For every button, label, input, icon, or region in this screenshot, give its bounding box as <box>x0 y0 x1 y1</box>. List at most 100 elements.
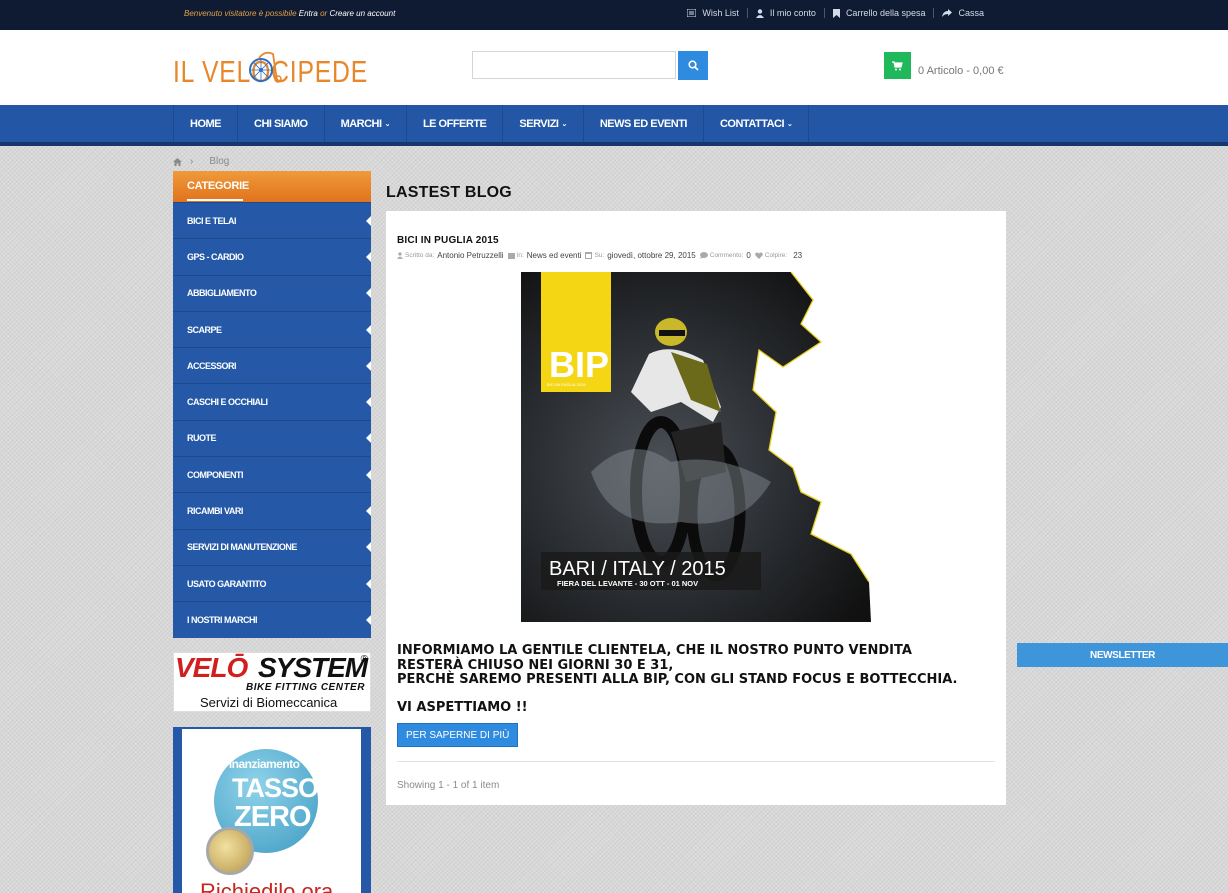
caret-left-icon <box>366 288 371 299</box>
sidebar-item-accessori[interactable]: ACCESSORI <box>173 347 371 384</box>
wishlist-link[interactable]: Wish List <box>679 8 747 18</box>
nav-item-home[interactable]: HOME <box>174 105 238 142</box>
top-links: Wish List Il mio conto Carrello della sp… <box>679 8 992 18</box>
sidebar-item-gps-cardio[interactable]: GPS - CARDIO <box>173 238 371 275</box>
home-icon[interactable] <box>173 157 182 166</box>
bookmark-icon <box>832 8 840 18</box>
bip-logo-subtitle: BICI IN PUGLIA 2015 <box>547 382 586 387</box>
post-body: INFORMIAMO LA GENTILE CLIENTELA, CHE IL … <box>397 643 958 687</box>
poster-city-text: BARI / ITALY / 2015 <box>549 558 726 580</box>
sidebar-item-servizi-di-manutenzione[interactable]: SERVIZI DI MANUTENZIONE <box>173 528 371 565</box>
sidebar-item-label: RICAMBI VARI <box>187 506 243 517</box>
category-label: In: <box>516 252 524 259</box>
sidebar-item-ricambi-vari[interactable]: RICAMBI VARI <box>173 492 371 529</box>
registered-mark: ® <box>360 654 368 665</box>
sidebar-item-label: RUOTE <box>187 433 217 444</box>
caret-left-icon <box>366 542 371 553</box>
search-button[interactable] <box>678 51 708 80</box>
sidebar-item-abbigliamento[interactable]: ABBIGLIAMENTO <box>173 274 371 311</box>
cart-label: Carrello della spesa <box>845 8 926 18</box>
sidebar-item-bici-e-telai[interactable]: BICI E TELAI <box>173 202 371 239</box>
velosystem-banner[interactable]: VELŌ SYSTEM ® BIKE FITTING CENTER Serviz… <box>173 652 371 712</box>
author-name: Antonio Petruzzelli <box>437 251 504 260</box>
sidebar-item-ruote[interactable]: RUOTE <box>173 419 371 457</box>
sidebar-item-caschi-e-occhiali[interactable]: CASCHI E OCCHIALI <box>173 383 371 420</box>
breadcrumb: › Blog <box>173 156 229 167</box>
financing-cta: Richiedilo ora <box>200 879 334 893</box>
sidebar-item-label: SERVIZI DI MANUTENZIONE <box>187 542 297 553</box>
welcome-message: Benvenuto visitatore è possibile Entra o… <box>184 9 395 18</box>
read-more-button[interactable]: PER SAPERNE DI PIÙ <box>397 723 519 747</box>
login-link[interactable]: Entra <box>299 9 318 18</box>
sidebar-item-label: USATO GARANTITO <box>187 578 267 589</box>
comments-count: 0 <box>746 251 751 260</box>
page-title: LASTEST BLOG <box>386 184 512 201</box>
header: IL VELOCIPEDE 0 Articolo - 0,00 € <box>0 30 1228 105</box>
chevron-down-icon: ⌄ <box>787 120 793 128</box>
caret-left-icon <box>366 397 371 408</box>
sidebar-item-scarpe[interactable]: SCARPE <box>173 310 371 348</box>
share-icon <box>942 9 953 17</box>
nav-item-servizi[interactable]: SERVIZI ⌄ <box>503 105 584 142</box>
top-bar: Benvenuto visitatore è possibile Entra o… <box>0 0 1228 30</box>
nav-item-chi-siamo[interactable]: CHI SIAMO <box>238 105 325 142</box>
nav-item-contattaci[interactable]: CONTATTACI ⌄ <box>704 105 810 142</box>
title-underline <box>187 199 243 201</box>
category-list: BICI E TELAI GPS - CARDIO ABBIGLIAMENTO SCA… <box>173 202 371 638</box>
register-link[interactable]: Creare un account <box>329 9 395 18</box>
financing-zero: ZERO <box>234 801 312 833</box>
financing-banner[interactable]: Finanziamento TASSO ZERO Richiedilo ora <box>173 727 371 893</box>
sidebar-item-componenti[interactable]: COMPONENTI <box>173 456 371 493</box>
sidebar-item-i-nostri-marchi[interactable]: I NOSTRI MARCHI <box>173 601 371 638</box>
hits-count: 23 <box>793 251 803 260</box>
nav-items: HOME CHI SIAMO MARCHI ⌄ LE OFFERTE SERVIZ… <box>173 105 810 142</box>
sidebar-item-label: BICI E TELAI <box>187 215 237 226</box>
sidebar-item-label: ACCESSORI <box>187 360 237 371</box>
sidebar-item-label: SCARPE <box>187 324 222 335</box>
nav-item-le-offerte[interactable]: LE OFFERTE <box>407 105 504 142</box>
caret-left-icon <box>366 215 371 226</box>
newsletter-tab[interactable]: NEWSLETTER <box>1017 643 1228 667</box>
search-input[interactable] <box>472 51 676 79</box>
velo-tagline: BIKE FITTING CENTER <box>246 682 365 693</box>
pagination-info: Showing 1 - 1 of 1 item <box>397 780 500 791</box>
sidebar-item-label: I NOSTRI MARCHI <box>187 614 258 625</box>
user-icon <box>397 252 403 259</box>
wishlist-label: Wish List <box>702 8 739 18</box>
nav-item-news[interactable]: NEWS ED EVENTI <box>584 105 704 142</box>
main-nav: HOME CHI SIAMO MARCHI ⌄ LE OFFERTE SERVIZ… <box>0 105 1228 146</box>
category-menu: CATEGORIE BICI E TELAI GPS - CARDIO ABBIGL… <box>173 171 371 638</box>
sidebar-item-label: CASCHI E OCCHIALI <box>187 397 268 408</box>
category-title: CATEGORIE <box>187 180 249 192</box>
sidebar-item-usato-garantito[interactable]: USATO GARANTITO <box>173 564 371 602</box>
poster-date-text: FIERA DEL LEVANTE - 30 OTT - 01 NOV <box>557 579 698 588</box>
post-title[interactable]: BICI IN PUGLIA 2015 <box>397 235 499 246</box>
cart-button[interactable] <box>884 52 911 79</box>
caret-left-icon <box>366 506 371 517</box>
caret-left-icon <box>366 324 371 335</box>
date-label: Su: <box>594 252 605 259</box>
nav-label: MARCHI <box>340 117 383 130</box>
nav-item-marchi[interactable]: MARCHI ⌄ <box>325 105 407 142</box>
sidebar-item-label: ABBIGLIAMENTO <box>187 288 257 299</box>
caret-left-icon <box>366 433 371 444</box>
post-image[interactable]: BIP BICI IN PUGLIA 2015 BARI / ITALY / 2… <box>521 272 871 622</box>
site-logo[interactable]: IL VELOCIPEDE <box>173 50 373 90</box>
comment-icon <box>699 252 708 259</box>
nav-label: CHI SIAMO <box>254 117 308 130</box>
cart-link[interactable]: Carrello della spesa <box>823 8 934 18</box>
shopping-cart-icon <box>892 60 903 70</box>
bip-logo-text: BIP <box>549 344 609 385</box>
account-link[interactable]: Il mio conto <box>746 8 824 18</box>
category-link[interactable]: News ed eventi <box>527 251 582 260</box>
post-date: giovedì, ottobre 29, 2015 <box>607 251 696 260</box>
cart-summary[interactable]: 0 Articolo - 0,00 € <box>918 65 1004 77</box>
comments-label: Commento: <box>709 252 744 259</box>
breadcrumb-current: Blog <box>209 156 230 167</box>
blog-panel: BICI IN PUGLIA 2015 Scritto da: Antonio … <box>386 211 1006 805</box>
caret-left-icon <box>366 469 371 480</box>
divider <box>397 761 995 762</box>
user-icon <box>755 8 764 18</box>
checkout-link[interactable]: Cassa <box>933 8 992 18</box>
list-icon <box>507 252 515 259</box>
